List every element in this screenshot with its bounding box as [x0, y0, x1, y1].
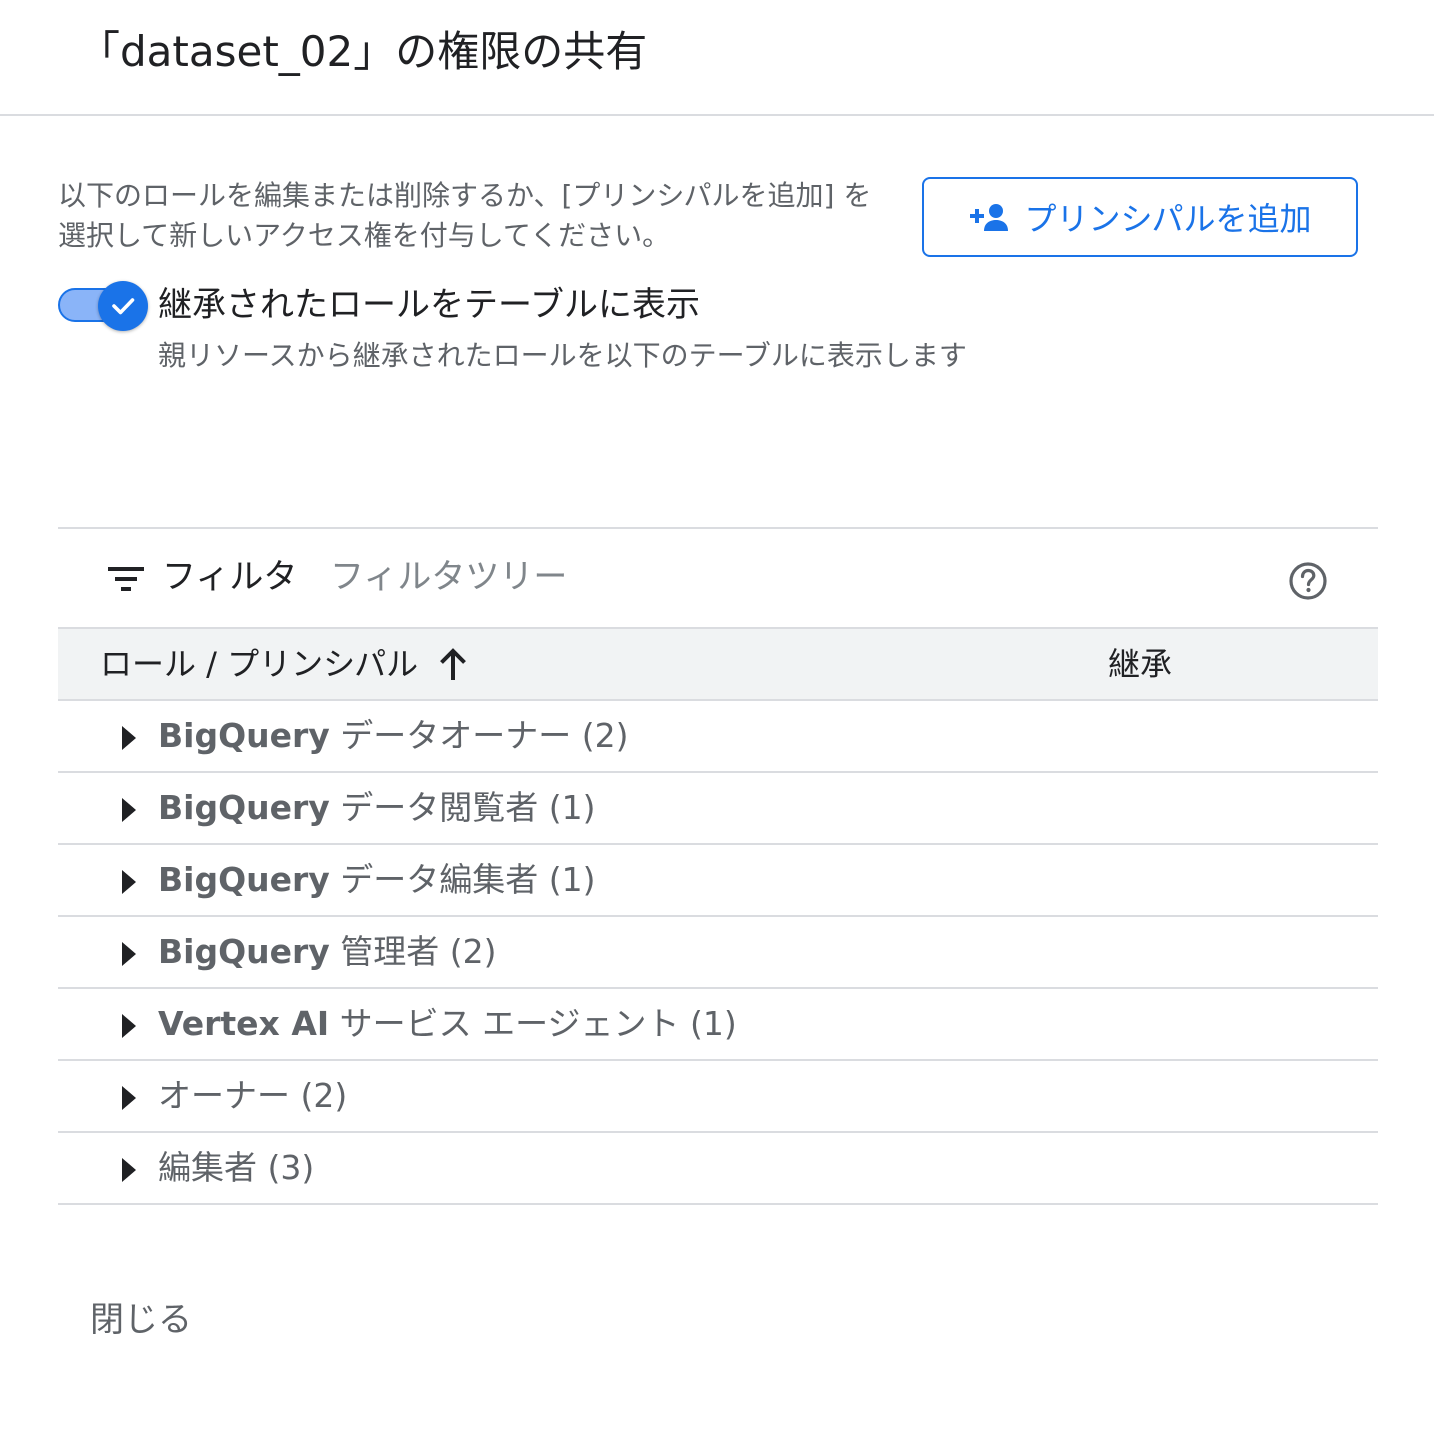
filter-label: フィルタ [162, 557, 298, 597]
role-name: 編集者 (3) [158, 1148, 315, 1187]
role-name: オーナー (2) [158, 1076, 348, 1115]
role-label: BigQuery データ閲覧者 (1) [158, 785, 596, 831]
close-button[interactable]: 閉じる [68, 1288, 214, 1344]
role-name: 管理者 (2) [329, 932, 497, 971]
role-label: BigQuery データ編集者 (1) [158, 857, 596, 903]
caret-right-icon [122, 942, 136, 966]
filter-input[interactable]: フィルタツリー [330, 553, 567, 601]
column-header-role[interactable]: ロール / プリンシパル [100, 641, 468, 687]
dialog-title: 「dataset_02」の権限の共有 [78, 27, 648, 76]
role-product: Vertex AI [158, 1004, 330, 1043]
role-label: オーナー (2) [158, 1073, 347, 1119]
add-principal-button[interactable]: プリンシパルを追加 [922, 177, 1358, 257]
table-row[interactable]: BigQuery 管理者 (2) [58, 917, 1378, 989]
column-header-inherited: 継承 [1108, 645, 1173, 683]
roles-table: フィルタ フィルタツリー ロール / プリンシパル 継承 BigQuery デー… [58, 527, 1378, 1205]
caret-right-icon [122, 1086, 136, 1110]
filter-list-icon [108, 567, 144, 591]
table-row[interactable]: BigQuery データオーナー (2) [58, 701, 1378, 773]
arrow-upward-icon [440, 648, 467, 680]
toggle-help-text: 親リソースから継承されたロールを以下のテーブルに表示します [158, 339, 967, 372]
dialog-header: 「dataset_02」の権限の共有 [0, 0, 1434, 116]
caret-right-icon [122, 870, 136, 894]
caret-right-icon [122, 798, 136, 822]
caret-right-icon [122, 1158, 136, 1182]
role-label: 編集者 (3) [158, 1145, 314, 1191]
caret-right-icon [122, 726, 136, 750]
table-header: ロール / プリンシパル 継承 [58, 629, 1378, 701]
role-name: データ閲覧者 (1) [329, 788, 596, 827]
toggle-knob [98, 281, 148, 331]
role-label: BigQuery 管理者 (2) [158, 929, 497, 975]
dialog-description: 以下のロールを編集または削除するか、[プリンシパルを追加] を選択して新しいアク… [58, 179, 872, 252]
help-outline-icon[interactable] [1286, 559, 1330, 603]
role-label: Vertex AI サービス エージェント (1) [158, 1001, 737, 1047]
role-product: BigQuery [158, 932, 330, 971]
role-name: サービス エージェント (1) [329, 1004, 737, 1043]
inherited-roles-toggle[interactable] [58, 281, 150, 331]
caret-right-icon [122, 1014, 136, 1038]
person-add-icon [970, 204, 1009, 231]
column-header-role-label: ロール / プリンシパル [100, 645, 419, 683]
table-row[interactable]: BigQuery データ編集者 (1) [58, 845, 1378, 917]
toggle-label: 継承されたロールをテーブルに表示 [158, 285, 700, 325]
role-name: データ編集者 (1) [329, 860, 596, 899]
role-product: BigQuery [158, 788, 330, 827]
role-label: BigQuery データオーナー (2) [158, 713, 629, 759]
role-product: BigQuery [158, 860, 330, 899]
role-product: BigQuery [158, 716, 330, 755]
filter-bar: フィルタ フィルタツリー [58, 529, 1378, 629]
table-row[interactable]: オーナー (2) [58, 1061, 1378, 1133]
table-row[interactable]: Vertex AI サービス エージェント (1) [58, 989, 1378, 1061]
role-name: データオーナー (2) [329, 716, 629, 755]
add-principal-label: プリンシパルを追加 [1024, 200, 1312, 238]
check-icon [112, 298, 135, 315]
table-row[interactable]: 編集者 (3) [58, 1133, 1378, 1205]
table-row[interactable]: BigQuery データ閲覧者 (1) [58, 773, 1378, 845]
